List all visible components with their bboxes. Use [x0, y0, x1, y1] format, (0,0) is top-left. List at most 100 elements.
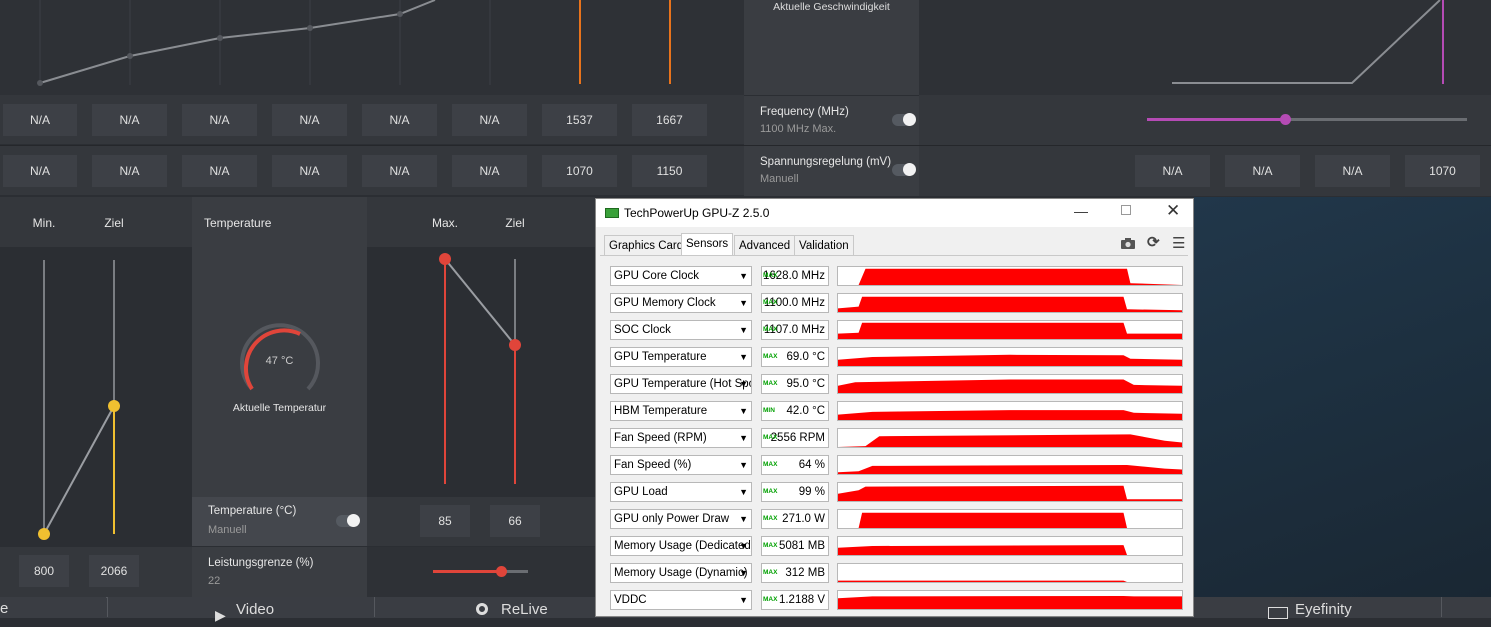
temp-curve-graph	[439, 253, 521, 484]
frequency-slider-thumb[interactable]	[1279, 114, 1291, 125]
chevron-down-icon: ▼	[739, 541, 748, 551]
memory-voltage-3[interactable]: 1070	[1405, 155, 1480, 187]
gpuz-app-icon	[605, 208, 619, 218]
sensor-graph	[837, 347, 1183, 367]
sensor-name-select[interactable]: GPU only Power Draw ▼	[610, 509, 752, 529]
sensor-graph-area	[838, 545, 1182, 555]
bottom-tab-eyefinity-label: Eyefinity	[1295, 601, 1352, 618]
sensor-value-text: 95.0 °C	[786, 378, 825, 390]
sensor-name-select[interactable]: GPU Temperature ▼	[610, 347, 752, 367]
sensor-graph	[837, 374, 1183, 394]
sensor-name-select[interactable]: GPU Load ▼	[610, 482, 752, 502]
sensor-row: Fan Speed (%) ▼ MAX 64 %	[610, 455, 1184, 476]
voltage-state-2[interactable]: N/A	[182, 155, 257, 187]
memory-curve-panel	[919, 0, 1491, 95]
sensor-value-text: 271.0 W	[782, 513, 825, 525]
sensor-name: GPU Temperature	[614, 351, 707, 363]
bottom-tab-eyefinity[interactable]: Eyefinity	[1194, 597, 1441, 619]
clock-state-6[interactable]: 1537	[542, 104, 617, 136]
sensor-row: GPU Load ▼ MAX 99 %	[610, 482, 1184, 503]
temperature-header: Temperature	[204, 216, 272, 230]
bottom-tab-partial-label: e	[0, 600, 9, 617]
sensor-name-select[interactable]: GPU Core Clock ▼	[610, 266, 752, 286]
clock-state-1[interactable]: N/A	[92, 104, 167, 136]
frequency-toggle[interactable]	[892, 113, 916, 126]
sensor-stat-tag: MAX	[763, 542, 778, 549]
camera-icon[interactable]	[1120, 236, 1136, 254]
desktop-background	[1194, 197, 1491, 597]
clock-state-7[interactable]: 1667	[632, 104, 707, 136]
sensor-graph	[837, 536, 1183, 556]
voltage-state-1[interactable]: N/A	[92, 155, 167, 187]
bottom-tab-partial[interactable]: e	[0, 597, 106, 617]
power-slider-thumb[interactable]	[496, 566, 508, 577]
sensor-value: MAX 271.0 W	[761, 509, 829, 529]
sensor-value: MAX 312 MB	[761, 563, 829, 583]
sensor-name-select[interactable]: Memory Usage (Dynamic) ▼	[610, 563, 752, 583]
sensor-value-text: 99 %	[798, 486, 825, 498]
temp-target-value[interactable]: 66	[490, 505, 540, 537]
fan-min-value[interactable]: 800	[19, 555, 69, 587]
clock-state-2[interactable]: N/A	[182, 104, 257, 136]
memory-voltage-2[interactable]: N/A	[1315, 155, 1390, 187]
voltage-state-5[interactable]: N/A	[452, 155, 527, 187]
memory-voltage-1[interactable]: N/A	[1225, 155, 1300, 187]
sensor-stat-tag: MAX	[763, 461, 778, 468]
fan-target-value[interactable]: 2066	[89, 555, 139, 587]
temp-max-value[interactable]: 85	[420, 505, 470, 537]
voltage-toggle[interactable]	[892, 163, 916, 176]
voltage-state-7[interactable]: 1150	[632, 155, 707, 187]
bottom-tab-relive[interactable]: ReLive	[374, 597, 595, 618]
menu-icon[interactable]: ☰	[1172, 234, 1185, 252]
minimize-button[interactable]: —	[1074, 203, 1088, 219]
memory-curve-graph	[1172, 0, 1444, 84]
fan-header: Min. Ziel	[0, 197, 192, 247]
frequency-slider[interactable]	[1147, 114, 1467, 125]
tab-graphics-card[interactable]: Graphics Card	[604, 235, 689, 256]
sensor-name-select[interactable]: Fan Speed (RPM) ▼	[610, 428, 752, 448]
bottom-tab-next[interactable]	[1441, 597, 1491, 617]
sensor-row: VDDC ▼ MAX 1.2188 V	[610, 590, 1184, 611]
sensor-name: GPU Load	[614, 486, 668, 498]
bottom-tab-video[interactable]: ▶ Video	[107, 597, 374, 623]
maximize-button[interactable]	[1121, 205, 1131, 215]
voltage-state-4[interactable]: N/A	[362, 155, 437, 187]
voltage-state-6[interactable]: 1070	[542, 155, 617, 187]
sensor-stat-tag: MAX	[763, 326, 778, 333]
tab-advanced[interactable]: Advanced	[734, 235, 796, 256]
sensor-value-text: 64 %	[798, 459, 825, 471]
voltage-sub: Manuell	[760, 173, 799, 185]
sensor-name-select[interactable]: GPU Temperature (Hot Spot) ▼	[610, 374, 752, 394]
voltage-state-3[interactable]: N/A	[272, 155, 347, 187]
sensor-value: MAX 5081 MB	[761, 536, 829, 556]
memory-voltage-0[interactable]: N/A	[1135, 155, 1210, 187]
clock-state-5[interactable]: N/A	[452, 104, 527, 136]
sensor-row: Fan Speed (RPM) ▼ MAX 2556 RPM	[610, 428, 1184, 449]
tab-validation[interactable]: Validation	[794, 235, 854, 256]
relive-icon	[476, 603, 488, 615]
speed-panel: Aktuelle Geschwindigkeit	[744, 0, 919, 95]
voltage-state-0[interactable]: N/A	[3, 155, 77, 187]
sensor-name-select[interactable]: Fan Speed (%) ▼	[610, 455, 752, 475]
sensor-name-select[interactable]: GPU Memory Clock ▼	[610, 293, 752, 313]
clock-state-4[interactable]: N/A	[362, 104, 437, 136]
power-limit-slider[interactable]	[433, 566, 528, 577]
sensor-name-select[interactable]: VDDC ▼	[610, 590, 752, 610]
temperature-toggle[interactable]	[336, 514, 360, 527]
frequency-title: Frequency (MHz)	[760, 106, 849, 118]
clock-state-3[interactable]: N/A	[272, 104, 347, 136]
refresh-icon[interactable]: ⟳	[1147, 233, 1160, 251]
sensor-name-select[interactable]: SOC Clock ▼	[610, 320, 752, 340]
sensor-name-select[interactable]: HBM Temperature ▼	[610, 401, 752, 421]
sensor-graph-area	[838, 580, 1182, 582]
sensor-graph-area	[838, 410, 1182, 420]
tab-sensors[interactable]: Sensors	[681, 233, 734, 256]
temp-target-label: Ziel	[505, 216, 525, 230]
clock-state-0[interactable]: N/A	[3, 104, 77, 136]
sensor-name-select[interactable]: Memory Usage (Dedicated) ▼	[610, 536, 752, 556]
sensor-graph-area	[838, 379, 1182, 393]
chevron-down-icon: ▼	[739, 460, 748, 470]
close-button[interactable]: ✕	[1166, 201, 1180, 221]
sensor-name: VDDC	[614, 594, 647, 606]
sensor-name: Memory Usage (Dedicated)	[614, 540, 752, 552]
